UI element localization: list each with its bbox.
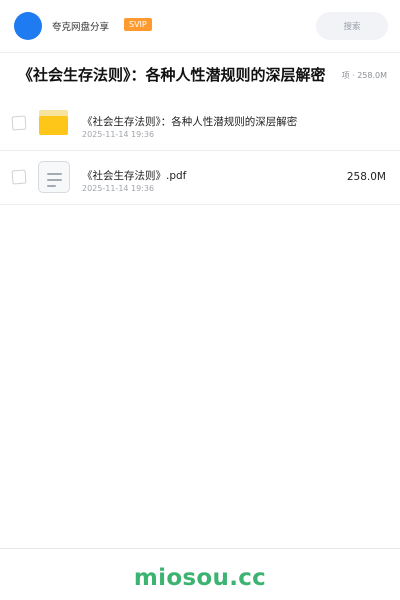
- file-date: 2025-11-14 19:36: [82, 130, 155, 139]
- select-checkbox[interactable]: [11, 115, 27, 131]
- share-page: 夸克网盘分享 SVIP 搜索 《社会生存法则》：各种人性潜规则的深层解密 项 ·…: [0, 0, 400, 600]
- search-button[interactable]: 搜索: [316, 12, 388, 40]
- share-summary: 项 · 258.0M: [338, 70, 387, 81]
- share-title-row: 《社会生存法则》：各种人性潜规则的深层解密 项 · 258.0M: [0, 53, 400, 98]
- file-row-folder[interactable]: 《社会生存法则》：各种人性潜规则的深层解密 2025-11-14 19:36: [0, 97, 400, 151]
- file-date: 2025-11-14 19:36: [82, 184, 155, 193]
- footer: miosou.cc: [0, 548, 400, 600]
- share-title: 《社会生存法则》：各种人性潜规则的深层解密: [18, 66, 326, 84]
- select-checkbox[interactable]: [11, 169, 27, 185]
- brand-name: 夸克网盘分享: [52, 22, 110, 33]
- avatar[interactable]: [14, 12, 42, 40]
- folder-icon: [39, 110, 68, 135]
- document-icon: [38, 161, 70, 193]
- file-name[interactable]: 《社会生存法则》.pdf: [82, 168, 186, 183]
- search-label: 搜索: [343, 22, 361, 32]
- file-name[interactable]: 《社会生存法则》：各种人性潜规则的深层解密: [82, 114, 297, 129]
- header: 夸克网盘分享 SVIP 搜索: [0, 0, 400, 53]
- file-row-pdf[interactable]: 《社会生存法则》.pdf 2025-11-14 19:36 258.0M: [0, 151, 400, 205]
- file-size: 258.0M: [346, 171, 386, 183]
- svip-badge: SVIP: [124, 18, 152, 31]
- watermark: miosou.cc: [133, 565, 267, 591]
